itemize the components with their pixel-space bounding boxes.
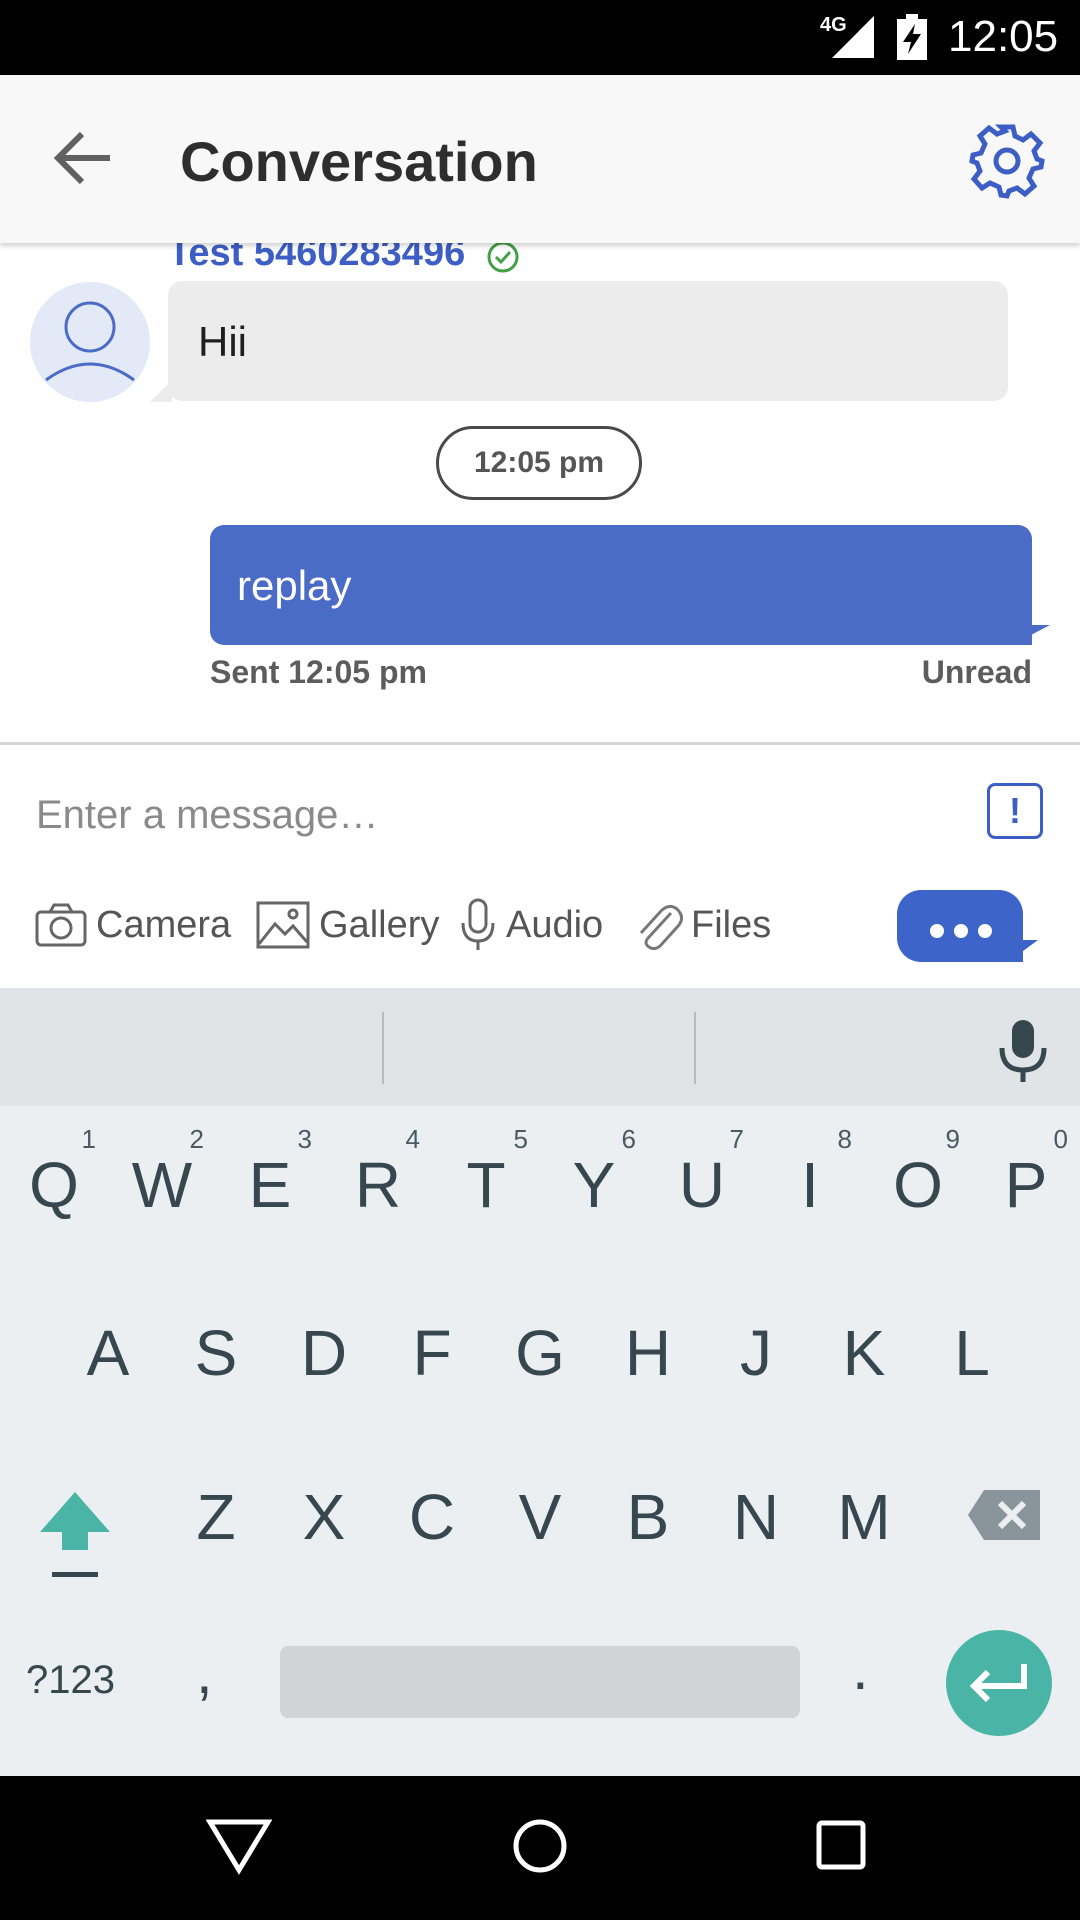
shift-icon[interactable]: [36, 1488, 114, 1584]
image-icon: [256, 901, 310, 949]
symbols-key[interactable]: ?123: [26, 1658, 115, 1703]
key-k[interactable]: K: [810, 1316, 918, 1390]
gallery-label: Gallery: [319, 903, 440, 946]
paperclip-icon: [639, 904, 683, 951]
key-s[interactable]: S: [162, 1316, 270, 1390]
key-i[interactable]: 8I: [756, 1124, 864, 1222]
key-g[interactable]: G: [486, 1316, 594, 1390]
key-n[interactable]: N: [702, 1480, 810, 1554]
key-t[interactable]: 5T: [432, 1124, 540, 1222]
key-b[interactable]: B: [594, 1480, 702, 1554]
key-r[interactable]: 4R: [324, 1124, 432, 1222]
suggestion-divider: [694, 1012, 696, 1084]
camera-label: Camera: [96, 903, 232, 946]
microphone-icon: [461, 898, 495, 950]
enter-key[interactable]: [946, 1630, 1052, 1736]
nav-recents-icon[interactable]: [816, 1820, 866, 1870]
key-d[interactable]: D: [270, 1316, 378, 1390]
gear-icon[interactable]: [968, 122, 1046, 200]
key-e[interactable]: 3E: [216, 1124, 324, 1222]
key-v[interactable]: V: [486, 1480, 594, 1554]
key-z[interactable]: Z: [162, 1480, 270, 1554]
person-icon: [45, 301, 135, 382]
system-nav-bar: [0, 1776, 1080, 1920]
camera-icon: [35, 903, 87, 947]
key-a[interactable]: A: [54, 1316, 162, 1390]
sent-status: Sent 12:05 pm: [210, 654, 427, 690]
key-j[interactable]: J: [702, 1316, 810, 1390]
arrow-left-icon[interactable]: [52, 130, 114, 186]
suggestion-divider: [382, 1012, 384, 1084]
voice-input-icon[interactable]: [998, 1018, 1048, 1084]
incoming-message-bubble[interactable]: [168, 281, 1008, 401]
outgoing-bubble-tail: [1012, 625, 1050, 645]
camera-button[interactable]: Camera: [34, 890, 231, 960]
key-x[interactable]: X: [270, 1480, 378, 1554]
status-clock: 12:05: [948, 12, 1059, 61]
key-o[interactable]: 9O: [864, 1124, 972, 1222]
outgoing-message-text: replay: [237, 562, 352, 609]
key-p[interactable]: 0P: [972, 1124, 1080, 1222]
nav-back-icon[interactable]: [206, 1816, 272, 1876]
key-y[interactable]: 6Y: [540, 1124, 648, 1222]
priority-button[interactable]: !: [987, 783, 1043, 839]
battery-charging-icon: [897, 14, 927, 60]
key-l[interactable]: L: [918, 1316, 1026, 1390]
period-key[interactable]: .: [852, 1634, 869, 1703]
key-f[interactable]: F: [378, 1316, 486, 1390]
app-bar: Conversation: [0, 75, 1080, 243]
avatar[interactable]: [30, 282, 150, 402]
read-status: Unread: [921, 654, 1032, 690]
key-m[interactable]: M: [810, 1480, 918, 1554]
page-title: Conversation: [180, 130, 538, 193]
more-dots-icon: [930, 924, 992, 938]
timestamp-pill: 12:05 pm: [436, 426, 642, 500]
verified-check-icon: [487, 241, 519, 273]
files-button[interactable]: Files: [633, 890, 771, 960]
space-key[interactable]: [280, 1646, 800, 1718]
key-q[interactable]: 1Q: [0, 1124, 108, 1222]
key-h[interactable]: H: [594, 1316, 702, 1390]
suggestion-strip: [0, 988, 1080, 1106]
backspace-icon[interactable]: [966, 1488, 1042, 1542]
key-c[interactable]: C: [378, 1480, 486, 1554]
signal-icon: [832, 16, 874, 58]
audio-button[interactable]: Audio: [458, 890, 603, 960]
files-label: Files: [691, 903, 772, 946]
composer-divider: [0, 742, 1080, 745]
key-w[interactable]: 2W: [108, 1124, 216, 1222]
gallery-button[interactable]: Gallery: [255, 890, 439, 960]
more-button-tail: [1008, 940, 1038, 962]
incoming-message-text: Hii: [198, 318, 247, 365]
key-u[interactable]: 7U: [648, 1124, 756, 1222]
nav-home-icon[interactable]: [512, 1818, 568, 1874]
audio-label: Audio: [506, 903, 604, 946]
soft-keyboard: 1Q 2W 3E 4R 5T 6Y 7U 8I 9O 0P A S D F G …: [0, 988, 1080, 1776]
status-bar: 4G 12:05: [0, 0, 1080, 75]
enter-arrow-icon: [969, 1664, 1027, 1703]
comma-key[interactable]: ,: [196, 1638, 213, 1707]
message-input[interactable]: [20, 780, 960, 850]
